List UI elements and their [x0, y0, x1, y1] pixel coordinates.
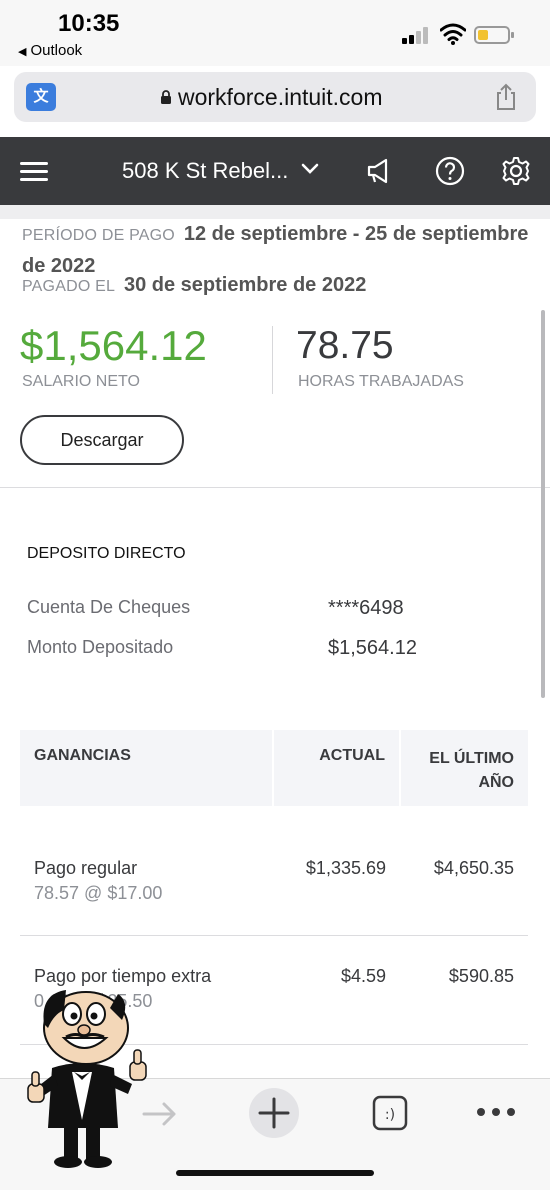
download-button[interactable]: Descargar: [20, 415, 184, 465]
checking-account-value: ****6498: [328, 597, 404, 619]
pay-date: PAGADO EL 30 de septiembre de 2022: [22, 274, 366, 297]
menu-icon[interactable]: [20, 162, 48, 182]
column-separator: [272, 730, 274, 806]
earnings-column-header: GANANCIAS: [34, 747, 131, 764]
new-tab-icon[interactable]: [248, 1087, 300, 1139]
battery-icon: [474, 26, 514, 44]
company-selector[interactable]: 508 K St Rebel...: [122, 158, 288, 184]
earning-row-ytd: $4,650.35: [433, 858, 514, 878]
column-separator: [399, 730, 401, 806]
earning-row-current: $1,335.69: [305, 858, 386, 878]
wifi-icon: [440, 23, 466, 45]
earning-row-name: Pago regular: [34, 858, 138, 878]
status-time: 10:35: [58, 10, 120, 37]
deposited-amount-label: Monto Depositado: [27, 637, 174, 657]
app-header: 508 K St Rebel...: [0, 137, 550, 205]
help-icon[interactable]: [434, 155, 466, 187]
waiter-mascot-sticker: [27, 990, 147, 1168]
hours-worked-value: 78.75: [296, 324, 394, 367]
earning-row-ytd: $590.85: [448, 966, 514, 986]
chevron-down-icon[interactable]: [300, 161, 320, 177]
summary-divider: [272, 326, 273, 394]
net-pay-label: SALARIO NETO: [22, 373, 140, 390]
tabs-icon[interactable]: :): [372, 1095, 408, 1131]
hours-worked-label: HORAS TRABAJADAS: [298, 373, 464, 390]
earning-row-current: $4.59: [340, 966, 386, 986]
section-divider: [0, 487, 550, 488]
svg-text::): :): [385, 1107, 395, 1123]
deposited-amount-value: $1,564.12: [328, 637, 417, 659]
ytd-column-header: EL ÚLTIMO AÑO: [429, 750, 514, 791]
net-pay-amount: $1,564.12: [20, 322, 207, 369]
paid-date-label: PAGADO EL: [22, 278, 116, 295]
direct-deposit-title: DEPOSITO DIRECTO: [27, 545, 186, 562]
status-bar: 10:35 ◀ Outlook: [0, 0, 550, 66]
home-indicator: [176, 1170, 374, 1176]
current-column-header: ACTUAL: [319, 747, 385, 764]
cellular-signal-icon: [402, 26, 432, 44]
address-bar[interactable]: 文 workforce.intuit.com: [14, 72, 536, 122]
earning-row-detail: 78.57 @ $17.00: [34, 883, 163, 903]
share-icon[interactable]: [494, 83, 518, 111]
lock-icon: [161, 90, 171, 104]
paid-date-value: 30 de septiembre de 2022: [123, 274, 367, 296]
back-to-app-link[interactable]: ◀ Outlook: [18, 42, 82, 59]
back-app-label: Outlook: [30, 42, 83, 59]
megaphone-icon[interactable]: [364, 155, 396, 187]
earnings-table-header: GANANCIAS ACTUAL EL ÚLTIMO AÑO: [20, 730, 528, 806]
back-triangle-icon: ◀: [18, 46, 27, 58]
gear-icon[interactable]: [500, 155, 532, 187]
more-options-icon[interactable]: [476, 1107, 516, 1117]
pay-period-label: PERÍODO DE PAGO: [22, 227, 175, 244]
checking-account-label: Cuenta De Cheques: [27, 597, 191, 617]
translate-icon[interactable]: 文: [26, 83, 56, 111]
scrollbar[interactable]: [541, 310, 545, 698]
url-text[interactable]: workforce.intuit.com: [178, 84, 383, 111]
header-shadow: [0, 205, 550, 219]
row-divider: [20, 935, 528, 936]
